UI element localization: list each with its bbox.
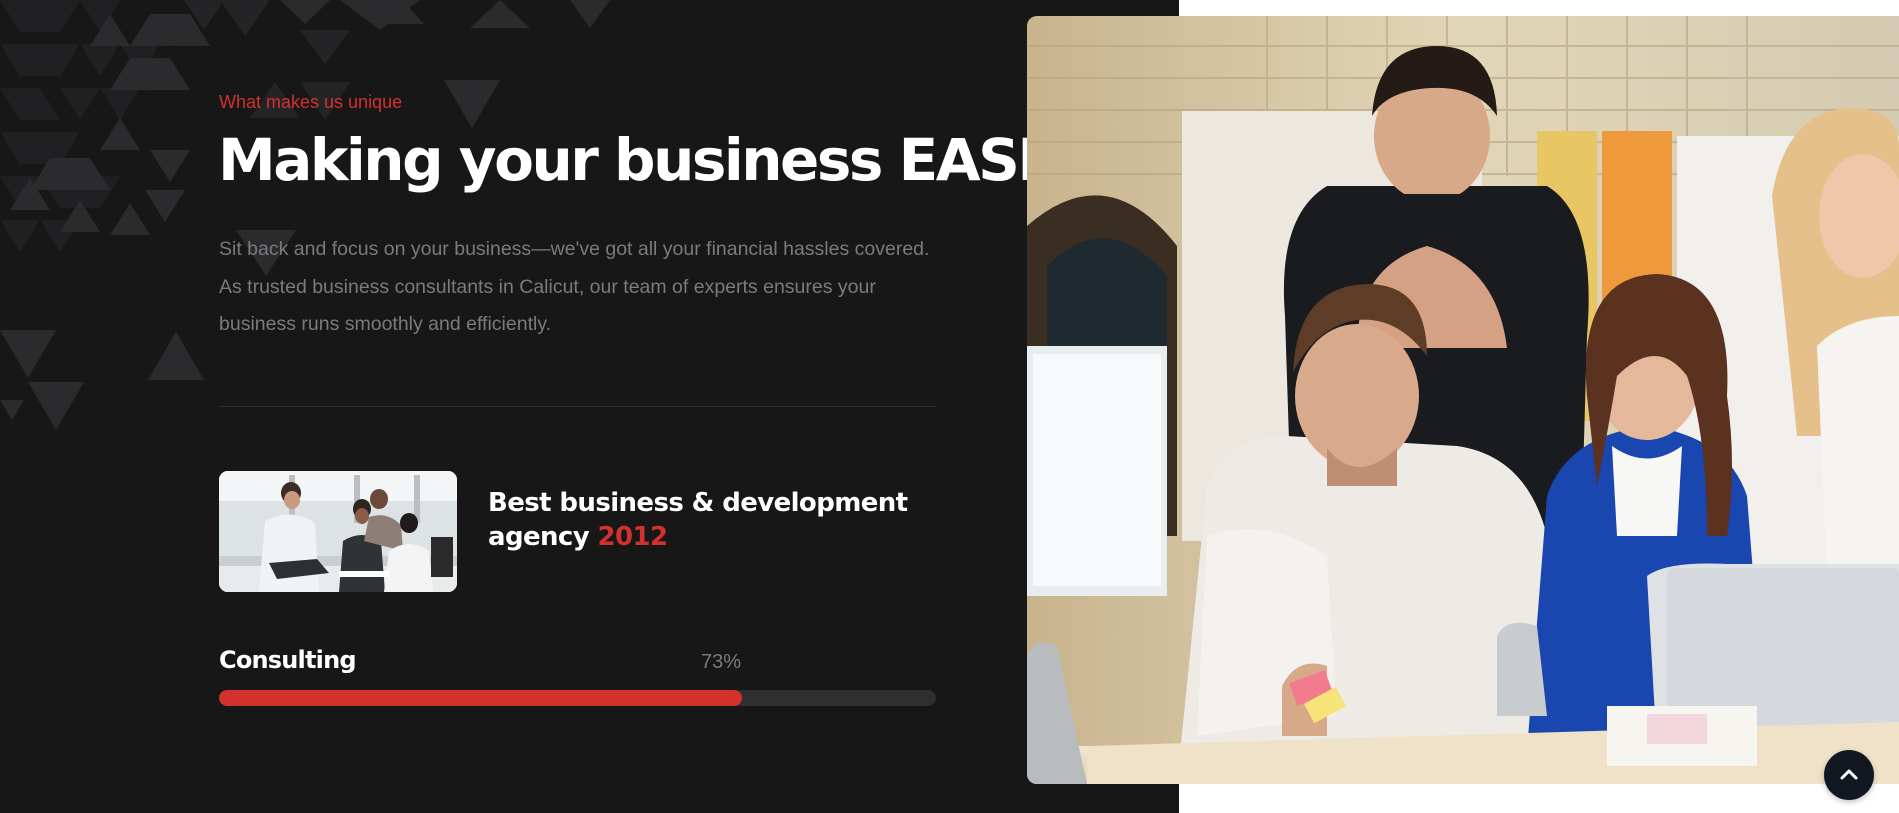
skill-label: Consulting [219, 646, 357, 674]
chevron-up-icon [1840, 769, 1858, 780]
feature-year: 2012 [597, 522, 669, 552]
skill-percentage: 73% [701, 651, 742, 673]
section-divider [219, 406, 936, 407]
skill-progress-track [219, 690, 936, 706]
team-meeting-photo-icon [219, 471, 457, 592]
office-team-photo-icon [1027, 16, 1899, 784]
features-section: What makes us unique Making your busines… [0, 0, 1179, 813]
back-to-top-button[interactable] [1824, 750, 1874, 800]
feature-title: Best business & development agency 2012 [488, 486, 908, 554]
hero-image [1027, 16, 1899, 784]
feature-thumbnail [219, 471, 457, 592]
page: What makes us unique Making your busines… [0, 0, 1899, 813]
feature-title-text: Best business & development agency [488, 488, 908, 552]
section-intro: Sit back and focus on your business—we'v… [219, 238, 930, 335]
triangle-pattern [0, 0, 640, 440]
section-eyebrow: What makes us unique [219, 92, 403, 112]
section-headline: Making your business EASIER [218, 126, 1118, 194]
skill-progress-fill [219, 690, 743, 706]
